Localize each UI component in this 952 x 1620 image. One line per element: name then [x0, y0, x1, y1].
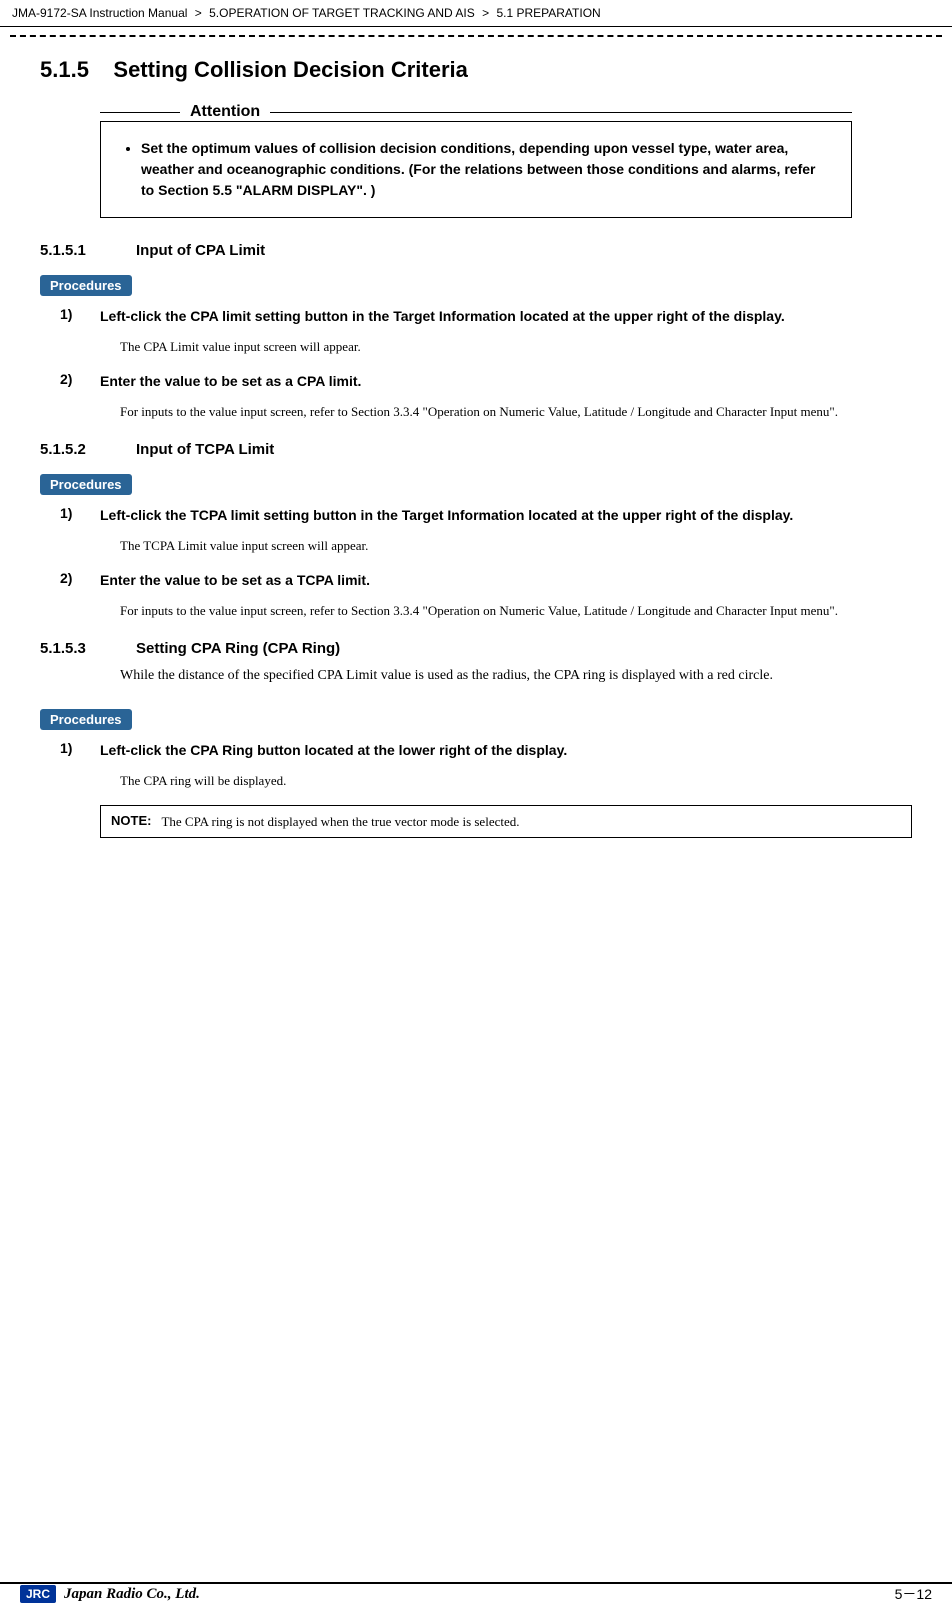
- procedures-badge-5153: Procedures: [40, 709, 132, 730]
- note-box: NOTE: The CPA ring is not displayed when…: [100, 805, 912, 839]
- breadcrumb: JMA-9172-SA Instruction Manual > 5.OPERA…: [0, 0, 952, 27]
- step-5152-1-text: Left-click the TCPA limit setting button…: [100, 505, 793, 526]
- footer: JRC Japan Radio Co., Ltd. 5－12: [0, 1582, 952, 1604]
- step-5152-2-number: 2): [60, 570, 100, 586]
- jrc-badge: JRC: [20, 1585, 56, 1603]
- footer-company: Japan Radio Co., Ltd.: [64, 1586, 200, 1603]
- step-5151-1-number: 1): [60, 306, 100, 322]
- subsection-5151-number: 5.1.5.1: [40, 242, 120, 259]
- step-5151-2-desc: For inputs to the value input screen, re…: [120, 402, 912, 422]
- subsection-5152-number: 5.1.5.2: [40, 441, 120, 458]
- breadcrumb-sep-1: >: [195, 6, 202, 20]
- subsection-5153-title: Setting CPA Ring (CPA Ring): [136, 640, 340, 657]
- attention-label: Attention: [180, 103, 270, 121]
- attention-line-right: [270, 112, 852, 113]
- attention-box: Set the optimum values of collision deci…: [100, 121, 852, 218]
- footer-logo: JRC Japan Radio Co., Ltd.: [20, 1585, 200, 1603]
- subsection-5151: 5.1.5.1 Input of CPA Limit: [40, 242, 912, 259]
- section-number: 5.1.5: [40, 57, 89, 82]
- section-5153-intro: While the distance of the specified CPA …: [120, 665, 912, 687]
- section-name: Setting Collision Decision Criteria: [113, 57, 468, 82]
- note-text: The CPA ring is not displayed when the t…: [161, 812, 519, 832]
- subsection-5153-number: 5.1.5.3: [40, 640, 120, 657]
- subsection-5152-title: Input of TCPA Limit: [136, 441, 274, 458]
- step-5151-2-text: Enter the value to be set as a CPA limit…: [100, 371, 361, 392]
- step-5152-2: 2) Enter the value to be set as a TCPA l…: [60, 570, 912, 591]
- section-title: 5.1.5 Setting Collision Decision Criteri…: [40, 57, 912, 83]
- breadcrumb-part-2: 5.OPERATION OF TARGET TRACKING AND AIS: [209, 6, 475, 20]
- step-5151-2-number: 2): [60, 371, 100, 387]
- step-5153-1-desc: The CPA ring will be displayed.: [120, 771, 912, 791]
- breadcrumb-part-3: 5.1 PREPARATION: [496, 6, 600, 20]
- attention-header: Attention: [100, 103, 852, 121]
- step-5152-1: 1) Left-click the TCPA limit setting but…: [60, 505, 912, 526]
- main-content: 5.1.5 Setting Collision Decision Criteri…: [0, 47, 952, 868]
- procedure-steps-5153: 1) Left-click the CPA Ring button locate…: [60, 740, 912, 791]
- step-5151-1-text: Left-click the CPA limit setting button …: [100, 306, 785, 327]
- dashed-divider: [10, 35, 942, 37]
- subsection-5151-title: Input of CPA Limit: [136, 242, 265, 259]
- step-5151-2: 2) Enter the value to be set as a CPA li…: [60, 371, 912, 392]
- subsection-5153: 5.1.5.3 Setting CPA Ring (CPA Ring): [40, 640, 912, 657]
- subsection-5152: 5.1.5.2 Input of TCPA Limit: [40, 441, 912, 458]
- procedure-steps-5152: 1) Left-click the TCPA limit setting but…: [60, 505, 912, 620]
- step-5153-1: 1) Left-click the CPA Ring button locate…: [60, 740, 912, 761]
- step-5152-1-desc: The TCPA Limit value input screen will a…: [120, 536, 912, 556]
- breadcrumb-sep-2: >: [482, 6, 489, 20]
- step-5151-1: 1) Left-click the CPA limit setting butt…: [60, 306, 912, 327]
- breadcrumb-part-1: JMA-9172-SA Instruction Manual: [12, 6, 187, 20]
- procedure-steps-5151: 1) Left-click the CPA limit setting butt…: [60, 306, 912, 421]
- attention-container: Attention Set the optimum values of coll…: [100, 103, 852, 218]
- step-5152-1-number: 1): [60, 505, 100, 521]
- step-5151-1-desc: The CPA Limit value input screen will ap…: [120, 337, 912, 357]
- note-label: NOTE:: [111, 812, 151, 828]
- step-5152-2-text: Enter the value to be set as a TCPA limi…: [100, 570, 370, 591]
- attention-list: Set the optimum values of collision deci…: [141, 138, 831, 201]
- attention-item-1: Set the optimum values of collision deci…: [141, 138, 831, 201]
- step-5153-1-number: 1): [60, 740, 100, 756]
- procedures-badge-5151: Procedures: [40, 275, 132, 296]
- step-5152-2-desc: For inputs to the value input screen, re…: [120, 601, 912, 621]
- attention-line-left: [100, 112, 180, 113]
- footer-page: 5－12: [895, 1584, 932, 1604]
- step-5153-1-text: Left-click the CPA Ring button located a…: [100, 740, 567, 761]
- procedures-badge-5152: Procedures: [40, 474, 132, 495]
